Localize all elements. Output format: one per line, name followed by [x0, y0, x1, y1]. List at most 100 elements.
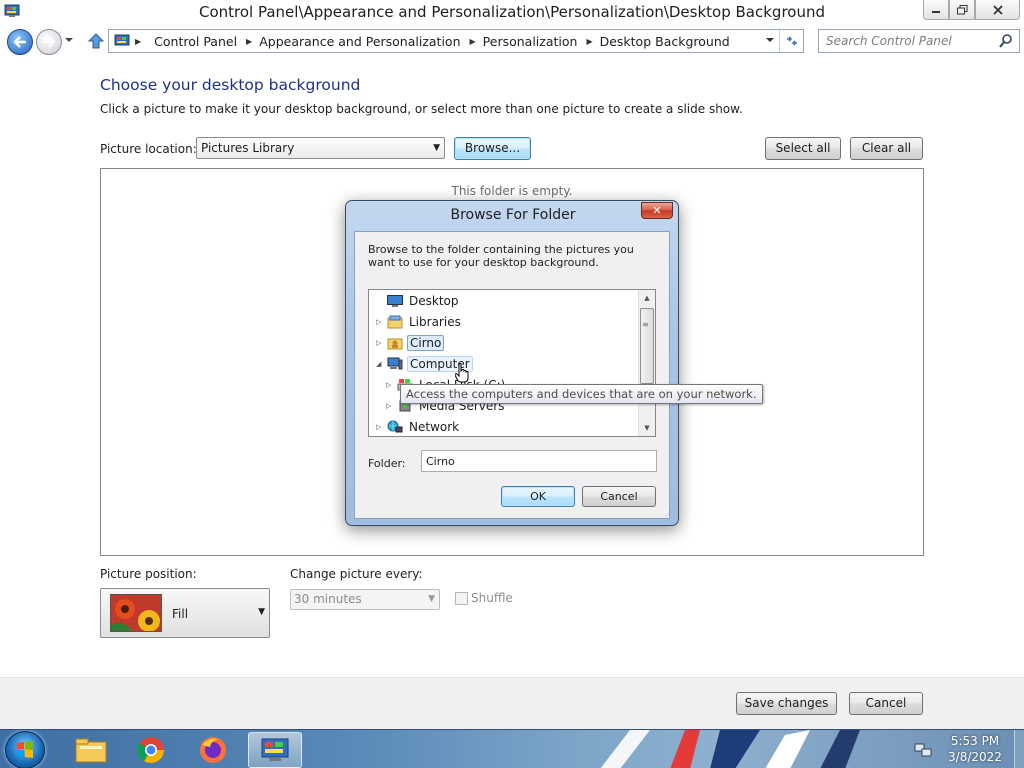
- chevron-right-icon[interactable]: ▷: [386, 381, 395, 389]
- network-icon: [387, 420, 403, 433]
- tree-item-cirno[interactable]: ▷ Cirno: [376, 334, 445, 352]
- close-button[interactable]: [975, 0, 1020, 20]
- taskbar-explorer-button[interactable]: [64, 732, 118, 768]
- forward-button[interactable]: [36, 29, 62, 55]
- tooltip: Access the computers and devices that ar…: [400, 384, 763, 404]
- start-button[interactable]: [5, 731, 45, 768]
- minimize-button[interactable]: [923, 0, 949, 20]
- breadcrumb-label: Appearance and Personalization: [259, 33, 461, 49]
- select-all-button[interactable]: Select all: [765, 137, 841, 160]
- breadcrumb-separator[interactable]: ▶: [470, 37, 483, 46]
- tree-item-label: Desktop: [409, 294, 459, 308]
- tree-item-label: Cirno: [407, 335, 445, 351]
- close-icon: ✕: [652, 204, 662, 217]
- back-button[interactable]: [7, 29, 33, 55]
- position-preview-thumbnail: [110, 594, 162, 632]
- folder-label: Folder:: [368, 457, 406, 470]
- chevron-expanded-icon[interactable]: ◢: [376, 360, 385, 368]
- chevron-right-icon[interactable]: ▷: [376, 339, 385, 347]
- control-panel-icon: [261, 738, 289, 761]
- picture-position-value: Fill: [172, 607, 189, 621]
- dialog-close-button[interactable]: ✕: [641, 202, 673, 219]
- control-panel-icon: [114, 34, 130, 46]
- shuffle-label: Shuffle: [471, 591, 513, 605]
- breadcrumb-appearance[interactable]: Appearance and Personalization: [259, 34, 460, 49]
- search-box[interactable]: [818, 29, 1020, 53]
- dialog-cancel-button[interactable]: Cancel: [582, 486, 656, 507]
- breadcrumb-desktop-background[interactable]: Desktop Background: [600, 34, 730, 49]
- browse-for-folder-dialog: Browse For Folder ✕ Browse to the folder…: [345, 200, 679, 526]
- windows-logo-icon: [17, 741, 33, 758]
- chevron-right-icon[interactable]: ▷: [376, 423, 385, 431]
- network-tray-icon[interactable]: [914, 742, 932, 758]
- forward-arrow-icon: [43, 36, 56, 48]
- taskbar-control-panel-button[interactable]: [248, 732, 302, 768]
- navigation-bar: ▶ Control Panel ▶ Appearance and Persona…: [0, 24, 1024, 60]
- folder-icon: [75, 738, 107, 763]
- clock-time: 5:53 PM: [950, 734, 1000, 748]
- tree-item-libraries[interactable]: ▷ Libraries: [376, 313, 463, 331]
- firefox-icon: [200, 737, 226, 763]
- breadcrumb-separator[interactable]: ▶: [246, 37, 259, 46]
- tree-scrollbar[interactable]: ▲ ≡ ▼: [638, 290, 655, 436]
- close-icon: [992, 4, 1003, 15]
- refresh-button[interactable]: [779, 30, 803, 52]
- chevron-down-icon: [65, 38, 73, 42]
- chevron-right-icon[interactable]: ▷: [386, 402, 395, 410]
- change-interval-value: 30 minutes: [294, 592, 362, 606]
- breadcrumb-separator[interactable]: ▶: [135, 37, 149, 46]
- change-interval-select[interactable]: 30 minutes ▼: [290, 589, 440, 610]
- restore-button[interactable]: [949, 0, 975, 20]
- search-input[interactable]: [819, 30, 989, 52]
- chevron-down-icon: ▼: [433, 143, 440, 153]
- picture-position-select[interactable]: Fill ▼: [100, 588, 270, 638]
- taskbar-clock[interactable]: 5:53 PM 3/8/2022: [935, 733, 1015, 765]
- address-bar[interactable]: ▶ Control Panel ▶ Appearance and Persona…: [108, 29, 804, 53]
- show-desktop-button[interactable]: [1014, 730, 1024, 768]
- tree-item-network[interactable]: ▷ Network: [376, 418, 461, 436]
- taskbar: 5:53 PM 3/8/2022: [0, 729, 1024, 768]
- cancel-button[interactable]: Cancel: [849, 692, 923, 715]
- clear-all-button[interactable]: Clear all: [850, 137, 923, 160]
- breadcrumb-label: Personalization: [482, 33, 578, 49]
- page-description: Click a picture to make it your desktop …: [100, 102, 743, 116]
- picture-location-label: Picture location:: [100, 142, 197, 156]
- chrome-icon: [137, 737, 165, 764]
- title-bar: Control Panel\Appearance and Personaliza…: [0, 0, 1024, 24]
- recent-pages-dropdown[interactable]: [64, 36, 74, 46]
- resize-grip-icon[interactable]: ⋰: [665, 511, 675, 522]
- user-folder-icon: [387, 338, 403, 350]
- save-changes-button[interactable]: Save changes: [736, 692, 837, 715]
- breadcrumb-label: Desktop Background: [599, 33, 730, 49]
- address-history-dropdown[interactable]: [765, 36, 775, 46]
- folder-input[interactable]: [421, 450, 657, 472]
- ok-button[interactable]: OK: [501, 486, 575, 507]
- refresh-icon: [786, 36, 797, 46]
- footer-bar: Save changes Cancel: [0, 677, 1024, 729]
- minimize-icon: [932, 10, 940, 13]
- taskbar-firefox-button[interactable]: [186, 732, 240, 768]
- browse-button[interactable]: Browse...: [454, 137, 531, 160]
- breadcrumb-separator[interactable]: ▶: [586, 37, 599, 46]
- empty-folder-message: This folder is empty.: [451, 184, 573, 198]
- picture-position-label: Picture position:: [100, 567, 197, 581]
- breadcrumb-personalization[interactable]: Personalization: [483, 34, 578, 49]
- shuffle-checkbox[interactable]: [455, 592, 468, 605]
- up-level-icon[interactable]: [87, 32, 105, 50]
- restore-icon: [956, 4, 967, 14]
- chevron-right-icon[interactable]: ▷: [376, 318, 385, 326]
- chevron-down-icon: ▼: [258, 607, 265, 617]
- chevron-down-icon: ▼: [428, 594, 435, 604]
- picture-location-select[interactable]: Pictures Library ▼: [196, 137, 445, 159]
- folder-tree[interactable]: Desktop ▷ Libraries ▷ Cirno ◢ Computer ▷…: [368, 289, 656, 437]
- scrollbar-grip-icon: ≡: [642, 320, 649, 329]
- scroll-down-icon[interactable]: ▼: [639, 420, 655, 436]
- libraries-icon: [387, 315, 403, 329]
- desktop-icon: [387, 295, 403, 307]
- scroll-up-icon[interactable]: ▲: [639, 290, 655, 306]
- search-icon[interactable]: [998, 33, 1014, 49]
- breadcrumb-control-panel[interactable]: Control Panel: [154, 34, 237, 49]
- clock-date: 3/8/2022: [948, 750, 1002, 764]
- tree-item-desktop[interactable]: Desktop: [376, 292, 461, 310]
- taskbar-chrome-button[interactable]: [124, 732, 178, 768]
